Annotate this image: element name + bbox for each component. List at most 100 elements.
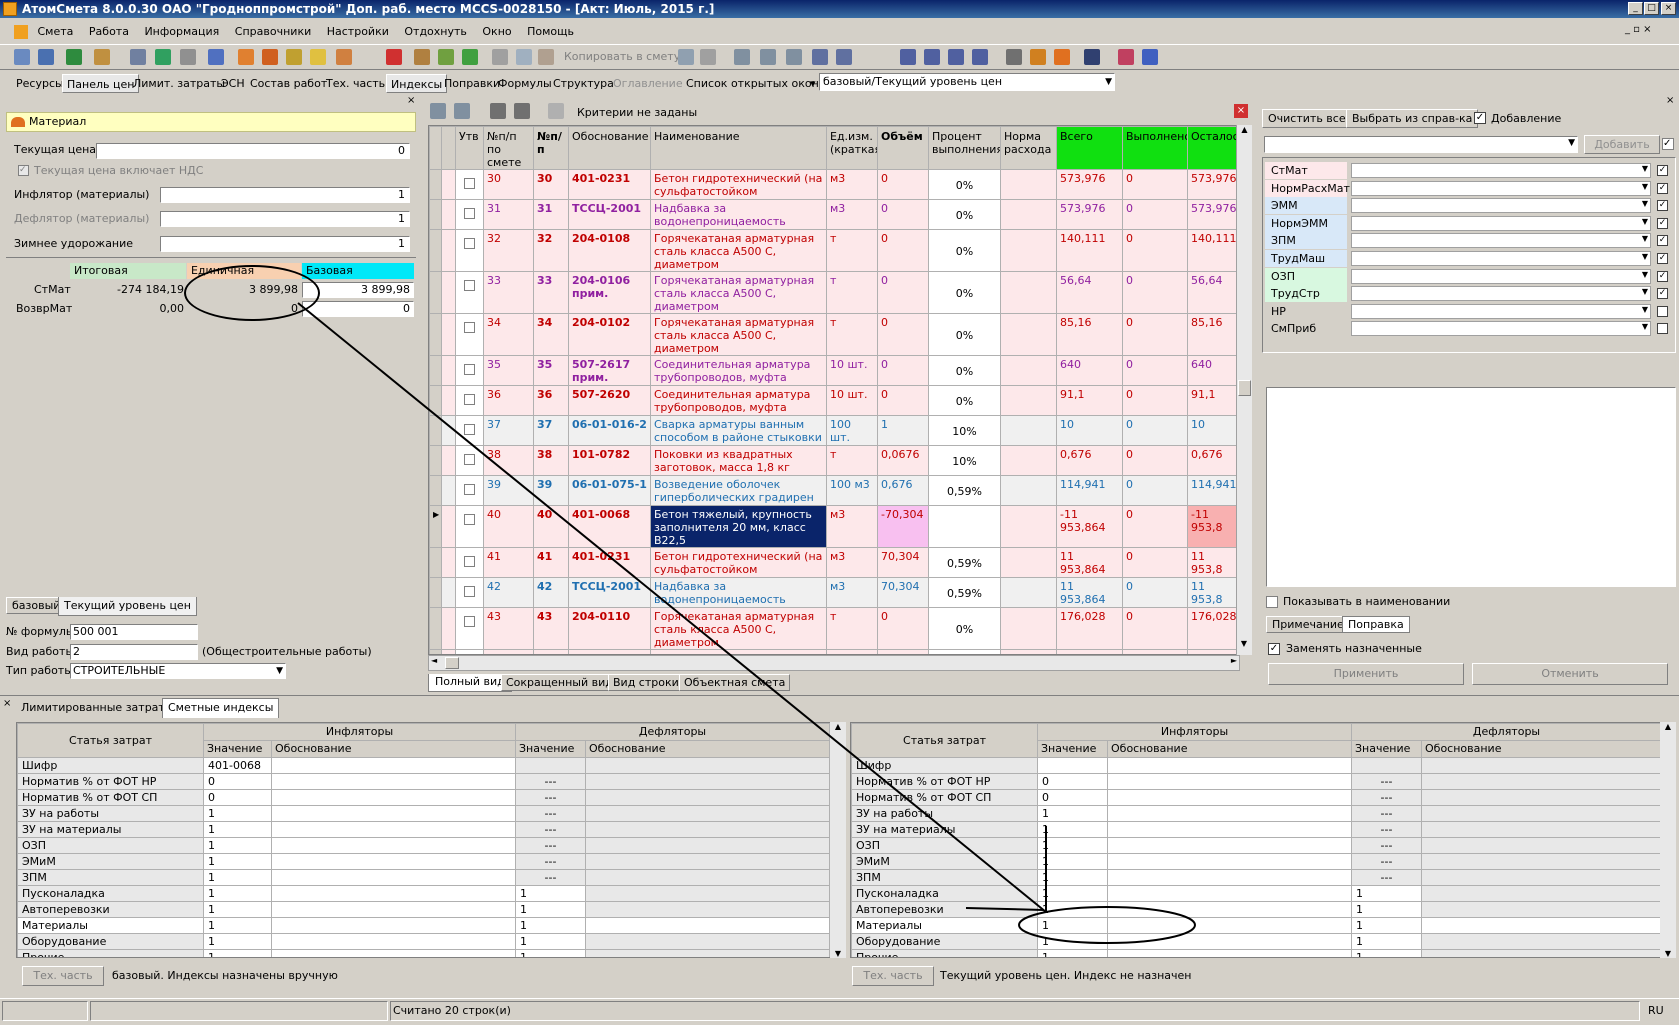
table-row[interactable]: 30 30 401-0231 Бетон гидротехнический (на с… — [429, 169, 1239, 200]
correction-item-checkbox[interactable]: ✓ — [1657, 253, 1668, 264]
row-percent[interactable]: 0,59% — [928, 475, 1001, 506]
scroll-thumb[interactable] — [1238, 380, 1251, 396]
correction-item-select[interactable]: ▼ — [1351, 286, 1651, 302]
inflator-basis[interactable] — [271, 773, 516, 790]
inflator-value[interactable]: 1 — [1037, 869, 1108, 886]
scroll-right-icon[interactable]: ► — [1231, 656, 1237, 665]
utv-checkbox[interactable] — [464, 238, 475, 249]
inflator-basis[interactable] — [1107, 773, 1352, 790]
inflator-basis[interactable] — [271, 805, 516, 822]
inflator-basis[interactable] — [1107, 949, 1352, 957]
inflator-basis[interactable] — [271, 821, 516, 838]
choose-from-ref-button[interactable]: Выбрать из справ-ка — [1346, 109, 1479, 128]
table-row[interactable]: ▶ 40 40 401-0068 Бетон тяжелый, крупность за… — [429, 505, 1239, 548]
deflator-value[interactable]: --- — [515, 837, 586, 854]
table-row[interactable]: 34 34 204-0102 Горячекатаная арматурная ста… — [429, 313, 1239, 356]
deflator-basis[interactable] — [1420, 901, 1663, 918]
inflator-basis[interactable] — [271, 917, 516, 934]
tab-open-windows[interactable]: Список открытых окон — [682, 74, 823, 93]
inflator-basis[interactable] — [271, 885, 516, 902]
row-utv-checkbox[interactable] — [455, 355, 484, 386]
utv-checkbox[interactable] — [464, 556, 475, 567]
tab-price-panel[interactable]: Панель цен — [62, 74, 140, 93]
inflator-basis[interactable] — [1107, 901, 1352, 918]
correction-item-select[interactable]: ▼ — [1351, 198, 1651, 214]
row-percent[interactable]: 0% — [928, 355, 1001, 386]
th-utv[interactable]: Утв — [455, 126, 484, 170]
deflator-basis[interactable] — [1420, 805, 1663, 822]
utv-checkbox[interactable] — [464, 586, 475, 597]
index-row[interactable]: Пусконаладка 1 1 — [851, 885, 1663, 902]
menu-smeta[interactable]: Смета — [32, 22, 80, 42]
add-button[interactable]: Добавить — [1584, 135, 1660, 154]
row-utv-checkbox[interactable] — [455, 475, 484, 506]
tool11-icon[interactable] — [734, 49, 750, 65]
winter-field[interactable]: 1 — [160, 236, 410, 252]
menu-rest[interactable]: Отдохнуть — [398, 22, 473, 42]
tab-short-view[interactable]: Сокращенный вид — [501, 674, 618, 691]
current-price-field[interactable]: 0 — [96, 143, 410, 159]
index-row[interactable]: Материалы 1 1 — [17, 917, 831, 934]
tab-limit[interactable]: Лимит. затраты — [129, 74, 229, 93]
inflator-basis[interactable] — [271, 933, 516, 950]
deflator-basis[interactable] — [584, 757, 831, 774]
row-percent[interactable]: 0% — [928, 385, 1001, 416]
inflator-basis[interactable] — [271, 757, 516, 774]
tool3-icon[interactable] — [286, 49, 302, 65]
table-row[interactable]: 33 33 204-0106 прим. Горячекатаная арматурн… — [429, 271, 1239, 314]
row-utv-checkbox[interactable] — [455, 445, 484, 476]
utv-checkbox[interactable] — [464, 280, 475, 291]
tree-icon[interactable] — [14, 49, 30, 65]
scroll-up-icon[interactable]: ▲ — [1237, 125, 1252, 141]
view-icon-2[interactable] — [454, 103, 470, 119]
deflator-value[interactable]: --- — [1351, 821, 1422, 838]
deflator-basis[interactable] — [584, 837, 831, 854]
formula-field[interactable]: 500 001 — [70, 624, 198, 640]
horizontal-scrollbar[interactable]: ◄ ► — [428, 655, 1240, 671]
copy-to-estimate-button[interactable]: Копировать в смету — [564, 50, 680, 63]
deflator-value[interactable]: 1 — [1351, 933, 1422, 950]
inflator-value[interactable]: 1 — [203, 869, 272, 886]
show-in-name-checkbox[interactable] — [1266, 596, 1278, 608]
row-utv-checkbox[interactable] — [455, 415, 484, 446]
tool21-icon[interactable] — [1030, 49, 1046, 65]
tool20-icon[interactable] — [1006, 49, 1022, 65]
inflator-value[interactable]: 1 — [1037, 901, 1108, 918]
index-row[interactable]: ОЗП 1 --- — [17, 837, 831, 854]
deflator-value[interactable]: 1 — [1351, 885, 1422, 902]
inflator-value[interactable]: 1 — [203, 837, 272, 854]
utv-checkbox[interactable] — [464, 364, 475, 375]
row-utv-checkbox[interactable] — [455, 199, 484, 230]
menu-info[interactable]: Информация — [138, 22, 225, 42]
refresh-icon[interactable] — [155, 49, 171, 65]
tab-formulas[interactable]: Формулы — [494, 74, 556, 93]
deflator-basis[interactable] — [1420, 885, 1663, 902]
deflator-basis[interactable] — [1420, 757, 1663, 774]
table-row[interactable]: 37 37 06-01-016-2 Сварка арматуры ванным сп… — [429, 415, 1239, 446]
index-row[interactable]: Норматив % от ФОТ СП 0 --- — [851, 789, 1663, 806]
deflator-value[interactable]: --- — [515, 805, 586, 822]
left-index-scrollbar[interactable]: ▲ ▼ — [830, 722, 846, 958]
deflator-value[interactable]: --- — [515, 821, 586, 838]
tab-composition[interactable]: Состав работ — [246, 74, 331, 93]
clear-all-button[interactable]: Очистить все — [1262, 109, 1352, 128]
deflator-value[interactable]: --- — [1351, 773, 1422, 790]
index-row[interactable]: ЗУ на работы 1 --- — [17, 805, 831, 822]
scroll-left-icon[interactable]: ◄ — [431, 656, 437, 665]
index-row[interactable]: ЗУ на материалы 1 --- — [851, 821, 1663, 838]
menu-reference[interactable]: Справочники — [229, 22, 317, 42]
view-icon-1[interactable] — [430, 103, 446, 119]
table-row[interactable]: 36 36 507-2620 Соединительная арматура труб… — [429, 385, 1239, 416]
utv-checkbox[interactable] — [464, 178, 475, 189]
index-row[interactable]: Автоперевозки 1 1 — [851, 901, 1663, 918]
index-row[interactable]: ЗУ на материалы 1 --- — [17, 821, 831, 838]
deflator-value[interactable]: --- — [1351, 805, 1422, 822]
inflator-basis[interactable] — [1107, 837, 1352, 854]
inflator-value[interactable]: 0 — [1037, 789, 1108, 806]
tab-resources[interactable]: Ресурсы — [12, 74, 68, 93]
correction-item-select[interactable]: ▼ — [1351, 163, 1651, 178]
work-type-field[interactable]: 2 — [70, 644, 198, 660]
deflator-basis[interactable] — [1420, 837, 1663, 854]
add-checkbox[interactable]: ✓ — [1474, 112, 1486, 124]
correction-item-checkbox[interactable]: ✓ — [1657, 200, 1668, 212]
